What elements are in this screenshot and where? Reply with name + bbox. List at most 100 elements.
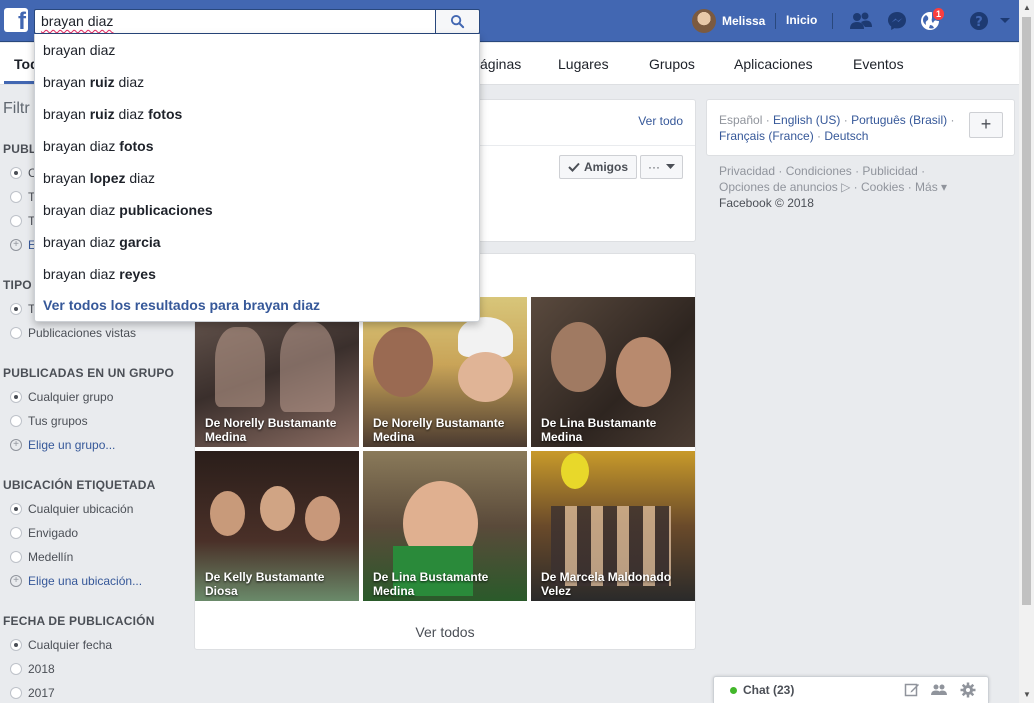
footer-link[interactable]: Opciones de anuncios: [719, 180, 838, 194]
online-indicator: [730, 687, 737, 694]
footer-link[interactable]: Condiciones: [786, 164, 852, 178]
photo-caption: De Kelly Bustamante Diosa: [205, 570, 325, 598]
scrollbar[interactable]: ▲ ▼: [1019, 0, 1034, 703]
filter-option[interactable]: Publicaciones vistas: [10, 326, 136, 340]
notification-badge: 1: [932, 7, 945, 21]
filter-heading: UBICACIÓN ETIQUETADA: [3, 478, 156, 492]
filter-option[interactable]: T: [10, 302, 35, 316]
compose-icon[interactable]: [904, 682, 920, 698]
radio-icon: [10, 391, 22, 403]
filter-option[interactable]: T: [10, 190, 35, 204]
radio-icon: [10, 191, 22, 203]
radio-icon: [10, 639, 22, 651]
friend-requests-icon[interactable]: [849, 10, 873, 32]
active-tab-indicator: [4, 81, 34, 84]
footer-link[interactable]: Cookies: [861, 180, 904, 194]
filter-option[interactable]: C: [10, 166, 37, 180]
scroll-thumb[interactable]: [1022, 17, 1031, 605]
suggestion-item[interactable]: brayan diaz: [43, 42, 115, 58]
tab-grupos[interactable]: Grupos: [649, 56, 695, 72]
photo-thumbnail[interactable]: De Marcela Maldonado Velez: [531, 451, 695, 601]
search-input[interactable]: brayan diaz: [34, 9, 435, 34]
filter-heading: TIPO: [3, 278, 32, 292]
footer-link[interactable]: Privacidad: [719, 164, 775, 178]
facebook-logo[interactable]: f: [4, 8, 28, 32]
filter-option[interactable]: Cualquier ubicación: [10, 502, 133, 516]
search-button[interactable]: [435, 9, 480, 34]
suggestion-item[interactable]: brayan diaz garcia: [43, 234, 161, 250]
suggestion-item[interactable]: brayan diaz reyes: [43, 266, 156, 282]
filter-option[interactable]: Envigado: [10, 526, 78, 540]
radio-icon: [10, 663, 22, 675]
search-icon: [450, 14, 465, 29]
svg-text:?: ?: [975, 15, 983, 30]
language-link[interactable]: English (US): [773, 113, 840, 127]
radio-icon: [10, 303, 22, 315]
gear-icon[interactable]: [960, 682, 976, 698]
avatar: [692, 9, 716, 33]
footer-link[interactable]: Más: [915, 180, 938, 194]
scroll-up-arrow[interactable]: ▲: [1023, 3, 1031, 12]
photo-caption: De Norelly Bustamante Medina: [373, 416, 505, 444]
footer-links: Privacidad · Condiciones · Publicidad · …: [719, 164, 948, 210]
plus-icon: +: [10, 239, 22, 251]
filter-heading: FECHA DE PUBLICACIÓN: [3, 614, 155, 628]
scroll-down-arrow[interactable]: ▼: [1023, 690, 1031, 699]
filter-option[interactable]: Medellín: [10, 550, 73, 564]
language-link[interactable]: Deutsch: [824, 129, 868, 143]
photo-thumbnail[interactable]: De Kelly Bustamante Diosa: [195, 451, 359, 601]
suggestion-item[interactable]: brayan ruiz diaz fotos: [43, 106, 182, 122]
friends-button[interactable]: Amigos: [559, 155, 637, 179]
suggestion-item[interactable]: brayan lopez diaz: [43, 170, 155, 186]
filter-option[interactable]: 2018: [10, 662, 55, 676]
filter-option[interactable]: 2017: [10, 686, 55, 700]
suggestion-item[interactable]: brayan diaz fotos: [43, 138, 154, 154]
filter-option[interactable]: Cualquier grupo: [10, 390, 113, 404]
see-all-results-link[interactable]: Ver todos los resultados para brayan dia…: [43, 297, 320, 313]
suggestion-item[interactable]: brayan ruiz diaz: [43, 74, 144, 90]
photo-caption: De Lina Bustamante Medina: [541, 416, 657, 444]
divider: [775, 13, 776, 29]
radio-icon: [10, 503, 22, 515]
filter-option[interactable]: Cualquier fecha: [10, 638, 112, 652]
profile-link[interactable]: Melissa: [692, 9, 765, 33]
filter-option-choose[interactable]: + Elige una ubicación...: [10, 574, 142, 588]
plus-icon: +: [10, 575, 22, 587]
tab-eventos[interactable]: Eventos: [853, 56, 904, 72]
tab-lugares[interactable]: Lugares: [558, 56, 609, 72]
radio-icon: [10, 415, 22, 427]
radio-icon: [10, 215, 22, 227]
tab-aplicaciones[interactable]: Aplicaciones: [734, 56, 813, 72]
photo-caption: De Norelly Bustamante Medina: [205, 416, 337, 444]
photo-caption: De Lina Bustamante Medina: [373, 570, 489, 598]
filters-title: Filtr: [3, 100, 30, 117]
suggestion-item[interactable]: brayan diaz publicaciones: [43, 202, 213, 218]
chat-bar[interactable]: Chat (23): [713, 676, 989, 703]
filter-option-choose[interactable]: + Elige un grupo...: [10, 438, 115, 452]
add-language-button[interactable]: +: [969, 112, 1003, 138]
messenger-icon[interactable]: [885, 10, 909, 32]
photo-thumbnail[interactable]: De Lina Bustamante Medina: [531, 297, 695, 447]
more-options-button[interactable]: ···: [640, 155, 683, 179]
see-all-people-link[interactable]: Ver todo: [638, 114, 683, 128]
see-all-photos-link[interactable]: Ver todos: [195, 624, 695, 640]
filter-option[interactable]: T: [10, 214, 35, 228]
tab-paginas[interactable]: áginas: [480, 56, 521, 72]
photo-thumbnail[interactable]: De Lina Bustamante Medina: [363, 451, 527, 601]
account-menu-icon[interactable]: [998, 10, 1012, 32]
chevron-down-icon: [666, 164, 675, 169]
check-icon: [568, 162, 580, 172]
footer-link[interactable]: Publicidad: [862, 164, 917, 178]
help-icon[interactable]: ?: [967, 10, 991, 32]
filter-heading: PUBLICADAS EN UN GRUPO: [3, 366, 175, 380]
language-link[interactable]: Français (France): [719, 129, 814, 143]
search-suggestions-dropdown: brayan diaz brayan ruiz diaz brayan ruiz…: [34, 34, 480, 322]
current-language: Español: [719, 113, 763, 127]
radio-icon: [10, 551, 22, 563]
language-link[interactable]: Português (Brasil): [851, 113, 947, 127]
filter-option-choose[interactable]: + E: [10, 238, 36, 252]
radio-icon: [10, 167, 22, 179]
filter-option[interactable]: Tus grupos: [10, 414, 88, 428]
home-link[interactable]: Inicio: [786, 13, 817, 27]
group-chat-icon[interactable]: [931, 682, 947, 698]
